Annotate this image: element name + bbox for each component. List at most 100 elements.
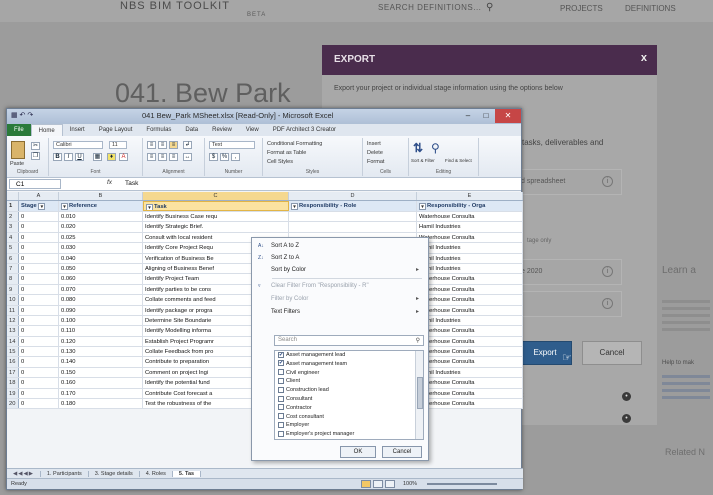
column-header-b[interactable]: B [59, 192, 143, 200]
text-filters-item[interactable]: Text Filters ▸ [255, 307, 425, 318]
align-top-icon[interactable]: ≡ [147, 141, 156, 149]
font-name-select[interactable]: Calibri [53, 141, 103, 149]
filter-list-scrollbar[interactable] [415, 351, 423, 439]
percent-icon[interactable]: % [220, 153, 229, 161]
cell-responsibility-org[interactable]: Waterhouse Consulta [417, 212, 523, 222]
merge-icon[interactable]: ↔ [183, 153, 192, 161]
option-spreadsheet[interactable]: d spreadsheet i [514, 169, 622, 195]
tab-pdf-architect[interactable]: PDF Architect 3 Creator [266, 127, 343, 133]
cell-stage[interactable]: 0 [19, 253, 59, 263]
cell-responsibility-org[interactable]: Waterhouse Consulta [417, 295, 523, 305]
align-center-icon[interactable]: ≡ [158, 153, 167, 161]
filter-option[interactable]: Contractor [275, 404, 423, 413]
cell-reference[interactable]: 0.130 [59, 347, 143, 357]
toggle-icon[interactable]: • [622, 392, 631, 401]
checkbox[interactable] [278, 377, 284, 384]
zoom-level[interactable]: 100% [403, 481, 417, 487]
checkbox[interactable] [278, 386, 284, 393]
cell-reference[interactable]: 0.025 [59, 232, 143, 243]
cell-reference[interactable]: 0.150 [59, 367, 143, 378]
header-cell-stage[interactable]: Stage ▾ [19, 201, 59, 211]
filter-option[interactable]: Client [275, 377, 423, 386]
italic-icon[interactable]: I [64, 153, 73, 161]
info-icon[interactable]: i [602, 298, 613, 309]
align-left-icon[interactable]: ≡ [147, 153, 156, 161]
cell-task[interactable]: Identify Strategic Brief. [143, 222, 289, 232]
search-icon[interactable]: ⚲ [486, 2, 493, 13]
cell-responsibility-role[interactable] [289, 212, 417, 222]
stage-select-2[interactable]: i [514, 291, 622, 317]
row-number[interactable]: 17 [7, 367, 19, 378]
row-number[interactable]: 18 [7, 378, 19, 388]
row-number[interactable]: 13 [7, 326, 19, 336]
stage-select-1[interactable]: e 2020 i [514, 259, 622, 285]
row-number[interactable]: 19 [7, 388, 19, 399]
help-links[interactable] [662, 375, 710, 403]
comma-icon[interactable]: , [231, 153, 240, 161]
find-select-icon[interactable]: ⚲ [431, 141, 445, 156]
cell-reference[interactable]: 0.030 [59, 243, 143, 253]
cell-stage[interactable]: 0 [19, 367, 59, 378]
tab-view[interactable]: View [239, 127, 266, 133]
cell-stage[interactable]: 0 [19, 378, 59, 388]
close-window-icon[interactable]: ✕ [495, 109, 521, 123]
borders-icon[interactable]: ▦ [93, 153, 102, 161]
cell-stage[interactable]: 0 [19, 232, 59, 243]
cell-stage[interactable]: 0 [19, 295, 59, 305]
row-number[interactable]: 8 [7, 274, 19, 284]
info-icon[interactable]: i [602, 266, 613, 277]
checkbox[interactable] [278, 369, 284, 376]
cell-reference[interactable]: 0.180 [59, 399, 143, 409]
cell-responsibility-org[interactable]: Waterhouse Consulta [417, 326, 523, 336]
cell-stage[interactable]: 0 [19, 399, 59, 409]
cell-stage[interactable]: 0 [19, 336, 59, 347]
cell-reference[interactable]: 0.060 [59, 274, 143, 284]
filter-dropdown-icon[interactable]: ▾ [61, 202, 68, 210]
cell-stage[interactable]: 0 [19, 263, 59, 274]
checkbox[interactable]: ✔ [278, 351, 284, 358]
cell-styles-button[interactable]: Cell Styles [267, 159, 293, 165]
cell-reference[interactable]: 0.160 [59, 378, 143, 388]
tab-formulas[interactable]: Formulas [139, 127, 178, 133]
row-number[interactable]: 11 [7, 305, 19, 315]
checkbox[interactable]: ✔ [278, 360, 284, 367]
info-icon[interactable]: i [602, 176, 613, 187]
cell-stage[interactable]: 0 [19, 326, 59, 336]
header-cell-responsibility-org[interactable]: ▾ Responsibility - Orga [417, 201, 523, 211]
sheet-tab-stage-details[interactable]: 3. Stage details [89, 470, 140, 477]
normal-view-icon[interactable] [361, 480, 371, 488]
sort-a-to-z-item[interactable]: A↓ Sort A to Z [255, 241, 425, 252]
tab-review[interactable]: Review [205, 127, 239, 133]
filter-ok-button[interactable]: OK [340, 446, 376, 458]
cell-reference[interactable]: 0.040 [59, 253, 143, 263]
cell-stage[interactable]: 0 [19, 222, 59, 232]
row-number[interactable]: 3 [7, 222, 19, 232]
cell-responsibility-org[interactable]: Waterhouse Consulta [417, 305, 523, 315]
filter-dropdown-icon[interactable]: ▾ [419, 202, 426, 210]
filter-option[interactable]: Construction lead [275, 386, 423, 395]
format-as-table-button[interactable]: Format as Table [267, 150, 306, 156]
row-number[interactable]: 15 [7, 347, 19, 357]
page-break-view-icon[interactable] [385, 480, 395, 488]
cell-stage[interactable]: 0 [19, 357, 59, 367]
nav-definitions[interactable]: DEFINITIONS [625, 4, 676, 13]
filter-option[interactable]: Consultant [275, 395, 423, 404]
cell-stage[interactable]: 0 [19, 274, 59, 284]
font-size-select[interactable]: 11 [109, 141, 127, 149]
format-cells-button[interactable]: Format [367, 159, 384, 165]
scroll-thumb[interactable] [417, 377, 423, 409]
row-number[interactable]: 10 [7, 295, 19, 305]
filter-dropdown-icon[interactable]: ▾ [38, 202, 46, 210]
cancel-button[interactable]: Cancel [582, 341, 642, 365]
cell-reference[interactable]: 0.020 [59, 222, 143, 232]
sort-filter-label[interactable]: Sort & Filter [411, 158, 435, 163]
sort-by-color-item[interactable]: Sort by Color ▸ [255, 265, 425, 276]
paste-label[interactable]: Paste [10, 161, 24, 167]
align-middle-icon[interactable]: ≡ [158, 141, 167, 149]
cell-responsibility-org[interactable]: Hamil Industries [417, 315, 523, 326]
filter-cancel-button[interactable]: Cancel [382, 446, 422, 458]
header-cell-responsibility-role[interactable]: ▾ Responsibility - Role [289, 201, 417, 211]
filter-option[interactable]: ✔ Asset management team [275, 360, 423, 369]
sort-z-to-a-item[interactable]: Z↓ Sort Z to A [255, 253, 425, 264]
cell-reference[interactable]: 0.120 [59, 336, 143, 347]
